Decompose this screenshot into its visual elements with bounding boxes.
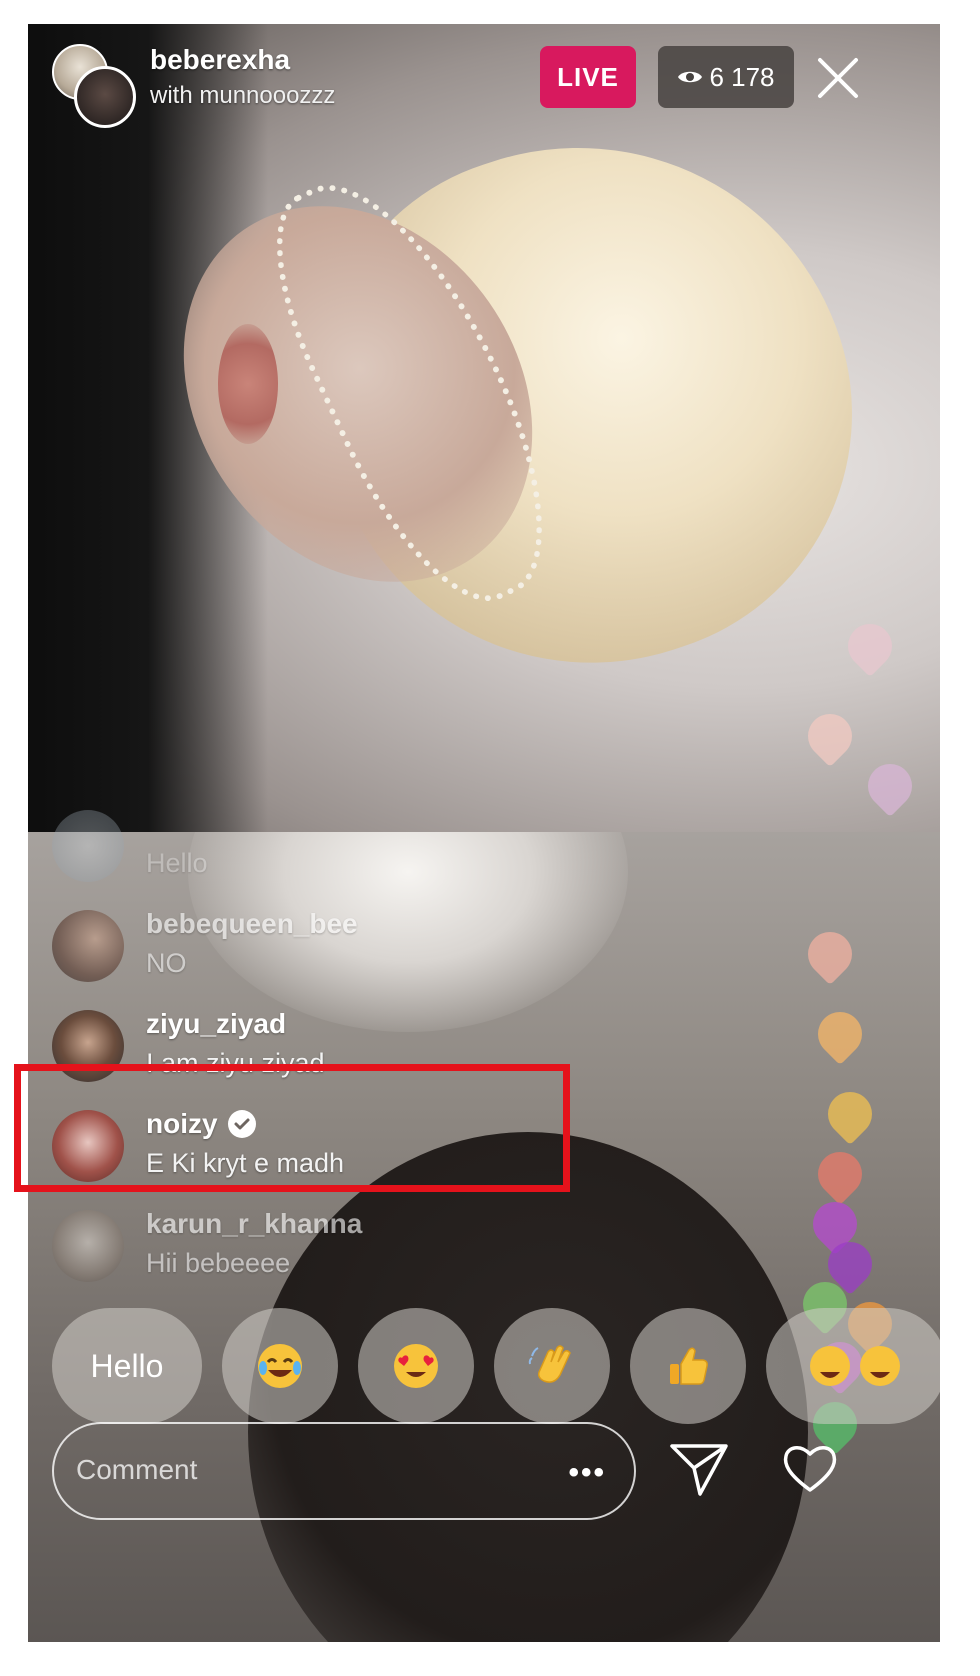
viewer-count-badge[interactable]: 6 178 — [658, 46, 794, 108]
comment-username[interactable]: ziyu_ziyad — [146, 1008, 286, 1040]
host-avatars[interactable] — [52, 44, 136, 128]
heart-eyes-emoji-icon — [394, 1344, 438, 1388]
guest-avatar[interactable] — [74, 66, 136, 128]
comment-username[interactable]: bebequeen_bee — [146, 908, 358, 940]
comment-item: Hello — [52, 804, 712, 894]
stream-header: beberexha with munnooozzz LIVE 6 178 — [28, 24, 940, 144]
comment-item: karun_r_khanna Hii bebeeee — [52, 1204, 712, 1294]
comment-input[interactable]: Comment ••• — [52, 1422, 636, 1520]
comment-avatar[interactable] — [52, 1210, 124, 1282]
floating-heart-icon — [838, 614, 902, 678]
comment-avatar[interactable] — [52, 910, 124, 982]
quick-reply-wave[interactable] — [494, 1308, 610, 1424]
laughing-tears-emoji-icon — [258, 1344, 302, 1388]
live-badge: LIVE — [540, 46, 636, 108]
comment-username[interactable]: karun_r_khanna — [146, 1208, 362, 1240]
host-video-feed — [28, 24, 940, 832]
double-laughing-emoji-icon — [810, 1346, 900, 1386]
thumbs-up-emoji-icon — [670, 1347, 708, 1385]
comment-text: Hii bebeeee — [146, 1248, 291, 1278]
floating-heart-icon — [858, 754, 922, 818]
quick-reply-row: Hello — [52, 1308, 940, 1428]
quick-reply-thumbs-up[interactable] — [630, 1308, 746, 1424]
quick-reply-double-laugh[interactable] — [766, 1308, 940, 1424]
floating-heart-icon — [798, 704, 862, 768]
more-options-icon[interactable]: ••• — [568, 1456, 606, 1490]
floating-heart-icon — [798, 922, 862, 986]
floating-heart-icon — [818, 1082, 882, 1146]
waving-hand-emoji-icon — [528, 1345, 571, 1383]
comment-placeholder: Comment — [76, 1454, 198, 1485]
close-icon[interactable] — [814, 54, 862, 102]
host-username[interactable]: beberexha — [150, 44, 290, 76]
viewer-count: 6 178 — [709, 61, 775, 92]
quick-reply-heart-eyes[interactable] — [358, 1308, 474, 1424]
comment-item: bebequeen_bee NO — [52, 904, 712, 994]
quick-reply-laughing[interactable] — [222, 1308, 338, 1424]
live-stream-screen: beberexha with munnooozzz LIVE 6 178 Hel… — [28, 24, 940, 1642]
heart-icon[interactable] — [778, 1436, 842, 1500]
highlight-box — [14, 1064, 570, 1192]
comment-text: Hello — [146, 848, 208, 878]
co-host-label: with munnooozzz — [150, 82, 336, 109]
comment-text: NO — [146, 948, 187, 978]
comment-avatar[interactable] — [52, 810, 124, 882]
floating-heart-icon — [808, 1002, 872, 1066]
eye-icon — [678, 71, 703, 83]
send-icon[interactable] — [668, 1438, 730, 1500]
quick-reply-hello[interactable]: Hello — [52, 1308, 202, 1424]
floating-heart-icon — [808, 1142, 872, 1206]
